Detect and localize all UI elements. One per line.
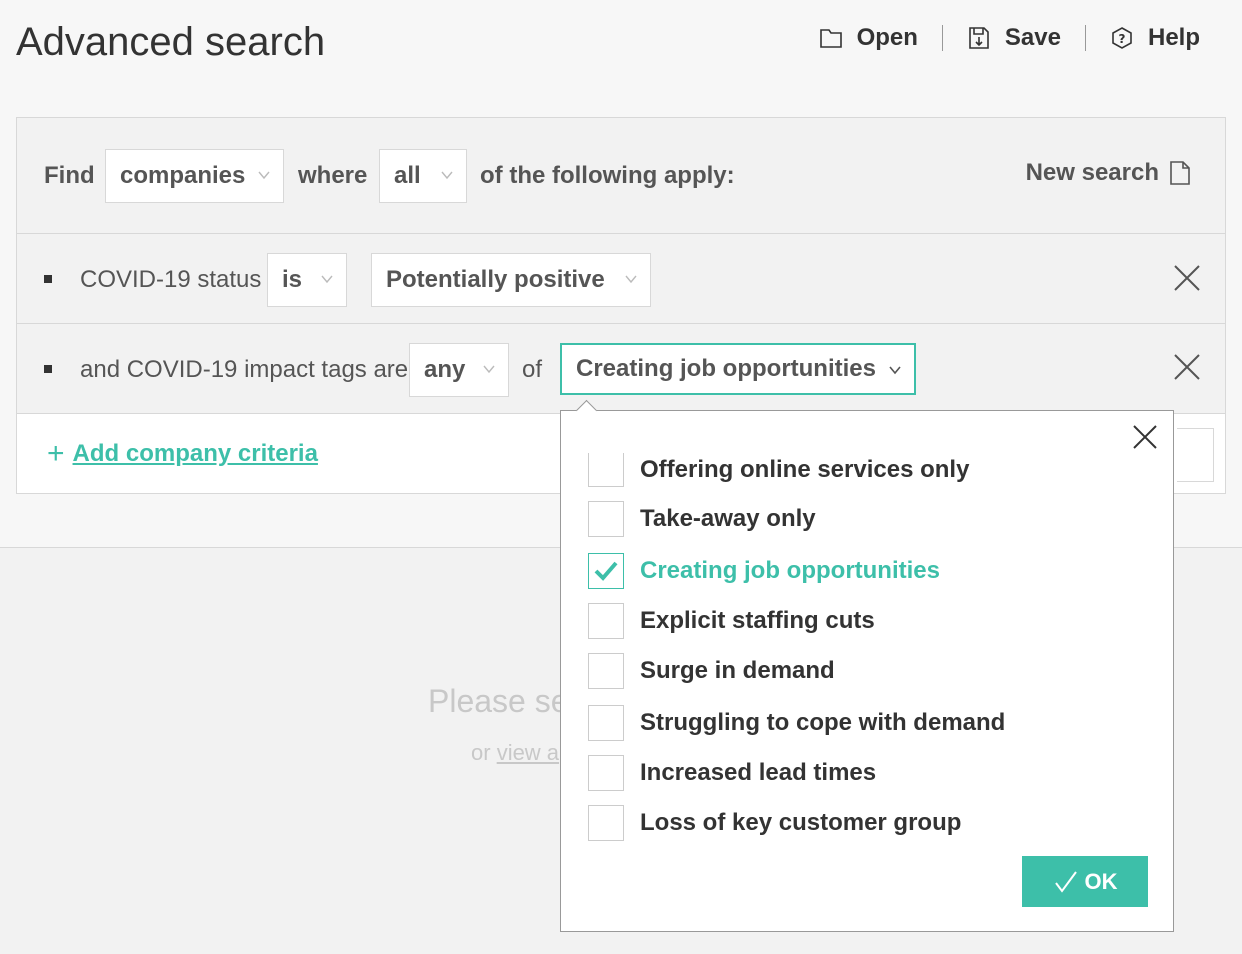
open-button[interactable]: Open bbox=[819, 24, 918, 52]
checkbox[interactable] bbox=[588, 553, 624, 589]
tag-option[interactable]: Creating job opportunities bbox=[588, 553, 940, 589]
chevron-down-icon bbox=[441, 171, 453, 180]
checkbox[interactable] bbox=[588, 705, 624, 741]
help-label: Help bbox=[1147, 24, 1200, 51]
tag-option[interactable]: Explicit staffing cuts bbox=[588, 603, 875, 639]
criteria-row: COVID-19 status is Potentially positive bbox=[17, 234, 1225, 324]
where-label: where bbox=[298, 162, 368, 189]
empty-state-title: Please se bbox=[428, 683, 569, 719]
save-icon bbox=[969, 27, 989, 49]
add-criteria-label: Add company criteria bbox=[72, 440, 318, 467]
new-search-label: New search bbox=[1025, 159, 1159, 186]
operator-dropdown[interactable]: any bbox=[409, 343, 509, 397]
checkbox[interactable] bbox=[588, 653, 624, 689]
tag-option-label: Loss of key customer group bbox=[640, 809, 962, 836]
tag-option-label: Increased lead times bbox=[640, 759, 877, 786]
tag-option[interactable]: Surge in demand bbox=[588, 653, 835, 689]
page-title: Advanced search bbox=[16, 20, 326, 64]
criteria-value: Creating job opportunities bbox=[576, 355, 876, 382]
criteria-value: Potentially positive bbox=[386, 266, 605, 293]
tag-option[interactable]: Offering online services only bbox=[588, 453, 969, 487]
help-icon: ? bbox=[1112, 27, 1132, 49]
find-row: Find companies where all of the followin… bbox=[17, 118, 1225, 234]
toolbar-separator bbox=[941, 25, 943, 51]
apply-label: of the following apply: bbox=[480, 162, 735, 189]
tag-option-label: Offering online services only bbox=[640, 456, 970, 483]
add-criteria-link[interactable]: + Add company criteria bbox=[47, 437, 318, 470]
check-icon bbox=[1054, 870, 1077, 893]
find-label: Find bbox=[44, 162, 95, 189]
checkbox[interactable] bbox=[588, 805, 624, 841]
remove-criteria-icon[interactable] bbox=[1172, 263, 1202, 293]
empty-state-link[interactable]: view a bbox=[497, 740, 559, 765]
empty-state-subtitle: or view a bbox=[471, 740, 559, 766]
checkbox[interactable] bbox=[588, 501, 624, 537]
search-button-partial bbox=[1177, 428, 1214, 482]
new-document-icon bbox=[1170, 161, 1190, 185]
checkbox[interactable] bbox=[588, 603, 624, 639]
tag-option-label: Surge in demand bbox=[640, 657, 835, 684]
impact-tags-dropdown[interactable]: Creating job opportunities bbox=[560, 343, 916, 395]
remove-criteria-icon[interactable] bbox=[1172, 352, 1202, 382]
bullet bbox=[44, 275, 52, 283]
toolbar-separator bbox=[1084, 25, 1086, 51]
chevron-down-icon bbox=[889, 366, 901, 375]
tag-option-label: Creating job opportunities bbox=[640, 557, 940, 584]
criteria-field-label: and COVID-19 impact tags are bbox=[80, 356, 409, 383]
empty-state-prefix: or bbox=[471, 740, 491, 765]
chevron-down-icon bbox=[258, 171, 270, 180]
tag-option[interactable]: Struggling to cope with demand bbox=[588, 705, 1005, 741]
save-label: Save bbox=[1004, 24, 1061, 51]
of-label: of bbox=[522, 356, 543, 383]
ok-button[interactable]: OK bbox=[1022, 856, 1148, 907]
criteria-field-label: COVID-19 status bbox=[80, 266, 262, 293]
chevron-down-icon bbox=[321, 275, 333, 284]
checkbox[interactable] bbox=[588, 453, 624, 487]
toolbar: Open Save ? Help bbox=[819, 24, 1200, 52]
checkbox[interactable] bbox=[588, 755, 624, 791]
tag-option[interactable]: Loss of key customer group bbox=[588, 805, 961, 841]
tag-option-label: Explicit staffing cuts bbox=[640, 607, 875, 634]
tag-option[interactable]: Take-away only bbox=[588, 501, 816, 537]
entity-value: companies bbox=[120, 162, 246, 189]
bullet bbox=[44, 365, 52, 373]
svg-text:?: ? bbox=[1119, 32, 1126, 46]
value-dropdown[interactable]: Potentially positive bbox=[371, 253, 651, 307]
tag-option-label: Struggling to cope with demand bbox=[640, 709, 1006, 736]
folder-icon bbox=[819, 29, 842, 48]
new-search-button[interactable]: New search bbox=[1026, 159, 1191, 187]
chevron-down-icon bbox=[483, 365, 495, 374]
chevron-down-icon bbox=[625, 275, 637, 284]
operator-value: any bbox=[424, 356, 466, 383]
tag-option[interactable]: Increased lead times bbox=[588, 755, 876, 791]
operator-value: is bbox=[282, 266, 303, 293]
criteria-row: and COVID-19 impact tags are any of Crea… bbox=[17, 324, 1225, 414]
plus-icon: + bbox=[47, 437, 65, 470]
tag-option-label: Take-away only bbox=[640, 505, 816, 532]
open-label: Open bbox=[856, 24, 918, 51]
help-button[interactable]: ? Help bbox=[1110, 24, 1200, 52]
impact-tags-popup: Offering online services only Take-away … bbox=[560, 410, 1174, 932]
ok-label: OK bbox=[1084, 868, 1118, 894]
checkmark-icon bbox=[594, 561, 618, 581]
match-dropdown[interactable]: all bbox=[379, 149, 467, 203]
match-value: all bbox=[394, 162, 421, 189]
close-icon[interactable] bbox=[1131, 423, 1159, 451]
entity-dropdown[interactable]: companies bbox=[105, 149, 284, 203]
save-button[interactable]: Save bbox=[967, 24, 1061, 52]
operator-dropdown[interactable]: is bbox=[267, 253, 347, 307]
